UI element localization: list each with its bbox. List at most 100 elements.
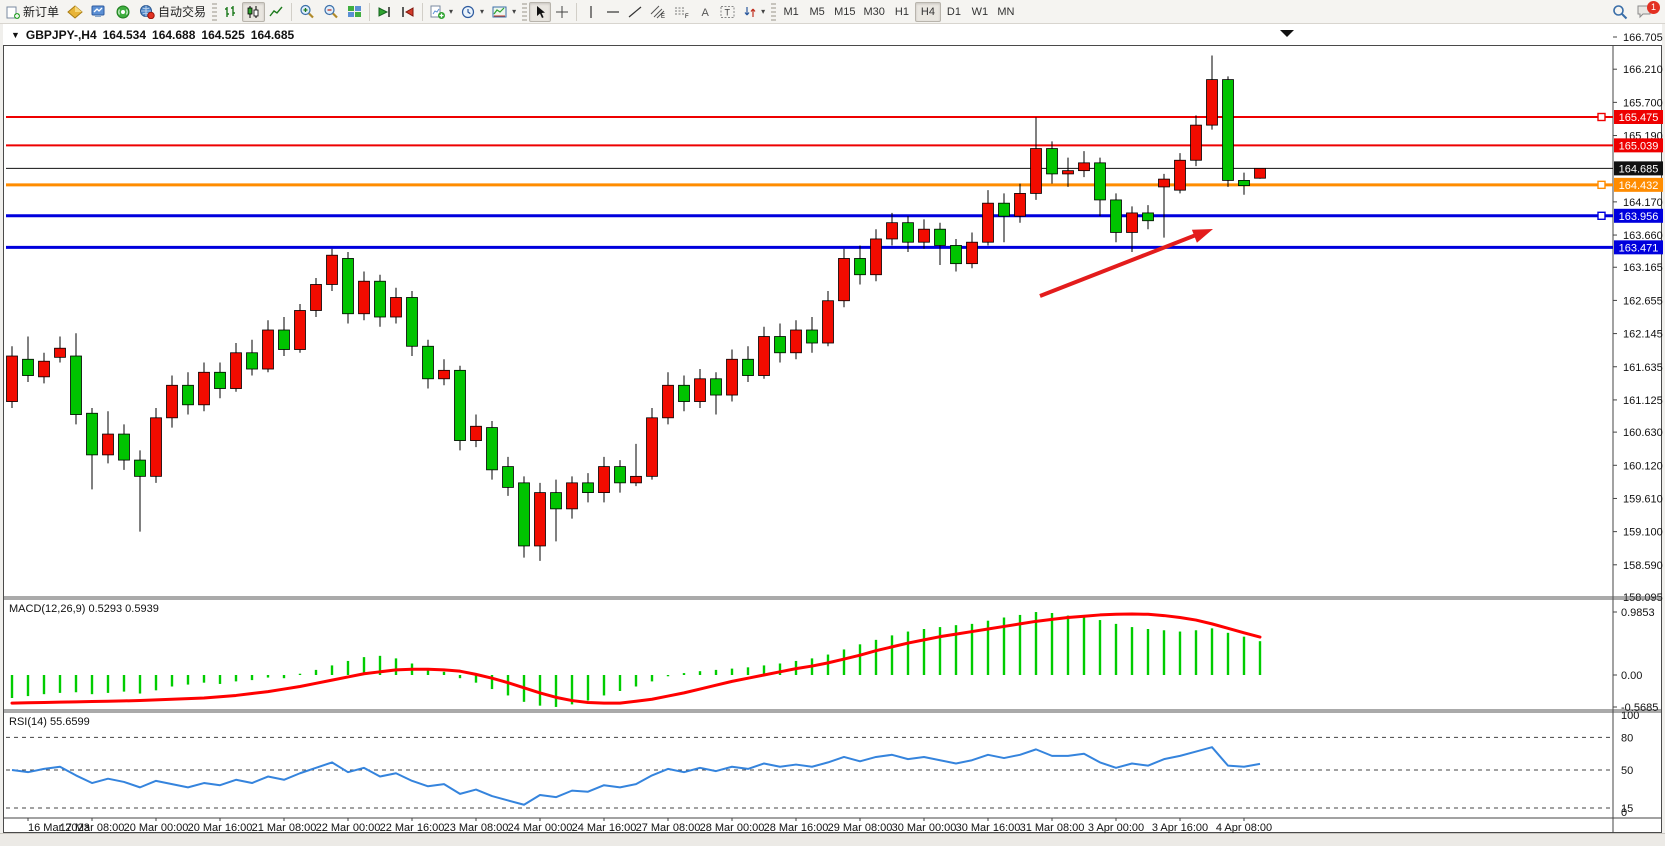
- candle-body: [1175, 160, 1186, 190]
- macd-signal-line: [12, 614, 1260, 703]
- candle-body: [983, 203, 994, 242]
- candle-body: [375, 281, 386, 317]
- candle-body: [551, 493, 562, 509]
- candle-body: [951, 245, 962, 263]
- candle-body: [1015, 193, 1026, 216]
- macd-scale-label: 0.00: [1621, 670, 1642, 682]
- candle-body: [391, 297, 402, 317]
- candle-body: [1111, 200, 1122, 233]
- chart-canvas[interactable]: 166.705166.210165.700165.190164.170163.6…: [0, 0, 1665, 846]
- candle-body: [903, 223, 914, 243]
- candle-body: [279, 330, 290, 350]
- candle-body: [679, 385, 690, 401]
- line-handle[interactable]: [1598, 212, 1605, 219]
- candle-body: [295, 310, 306, 349]
- candle-body: [151, 418, 162, 477]
- candle-body: [439, 370, 450, 378]
- rsi-label: RSI(14) 55.6599: [9, 716, 90, 728]
- candle-body: [615, 467, 626, 483]
- candle-body: [839, 258, 850, 300]
- candle-body: [775, 337, 786, 353]
- price-tick-label: 164.170: [1623, 197, 1663, 209]
- candle-body: [743, 359, 754, 375]
- candle-body: [919, 229, 930, 242]
- price-tick-label: 161.125: [1623, 395, 1663, 407]
- candle-body: [583, 483, 594, 493]
- candle-body: [855, 258, 866, 274]
- price-tick-label: 163.660: [1623, 230, 1663, 242]
- candle-body: [215, 372, 226, 388]
- price-badge-label: 163.471: [1619, 242, 1659, 254]
- price-tick-label: 162.655: [1623, 295, 1663, 307]
- price-tick-label: 161.635: [1623, 362, 1663, 374]
- candle-body: [263, 330, 274, 369]
- price-tick-label: 163.165: [1623, 262, 1663, 274]
- candle-body: [503, 467, 514, 488]
- candle-body: [727, 359, 738, 395]
- candle-body: [1047, 149, 1058, 174]
- candle-body: [599, 467, 610, 493]
- candle-body: [887, 223, 898, 239]
- candle-body: [1031, 149, 1042, 194]
- window-bottom-edge: [0, 833, 1665, 846]
- candle-body: [759, 337, 770, 376]
- price-badge-label: 165.039: [1619, 140, 1659, 152]
- price-tick-label: 166.210: [1623, 64, 1663, 76]
- candle-body: [231, 353, 242, 389]
- candle-body: [487, 428, 498, 470]
- candle-body: [807, 330, 818, 343]
- candle-body: [1143, 213, 1154, 221]
- line-handle[interactable]: [1598, 181, 1605, 188]
- rsi-scale-label: 80: [1621, 732, 1633, 744]
- candle-body: [103, 434, 114, 455]
- candle-body: [967, 242, 978, 263]
- rsi-scale-label: 0: [1621, 807, 1627, 819]
- rsi-scale-label: 100: [1621, 710, 1639, 722]
- candle-body: [1127, 213, 1138, 233]
- macd-label: MACD(12,26,9) 0.5293 0.5939: [9, 603, 159, 615]
- price-badge-label: 164.685: [1619, 163, 1659, 175]
- price-badge-label: 163.956: [1619, 211, 1659, 223]
- candle-body: [535, 493, 546, 546]
- candle-body: [71, 356, 82, 415]
- candle-body: [167, 385, 178, 418]
- candle-body: [471, 426, 482, 440]
- candle-body: [423, 346, 434, 379]
- candle-body: [87, 413, 98, 455]
- rsi-scale-label: 50: [1621, 765, 1633, 777]
- candle-body: [1207, 80, 1218, 126]
- candle-body: [1223, 80, 1234, 181]
- candle-body: [871, 239, 882, 275]
- candle-body: [247, 353, 258, 369]
- candle-body: [23, 359, 34, 375]
- price-tick-label: 158.095: [1623, 592, 1663, 604]
- candle-body: [183, 385, 194, 405]
- candle-body: [359, 281, 370, 314]
- candle-body: [311, 284, 322, 310]
- price-tick-label: 159.610: [1623, 493, 1663, 505]
- annotation-arrow-line[interactable]: [1040, 235, 1196, 296]
- candle-body: [631, 476, 642, 483]
- candle-body: [455, 370, 466, 440]
- candle-body: [343, 258, 354, 313]
- candle-body: [1255, 168, 1266, 178]
- chart-shift-marker-icon[interactable]: [1280, 30, 1294, 37]
- line-handle[interactable]: [1598, 113, 1605, 120]
- price-tick-label: 166.705: [1623, 32, 1663, 44]
- price-tick-label: 162.145: [1623, 329, 1663, 341]
- candle-body: [407, 297, 418, 346]
- candle-body: [1159, 179, 1170, 187]
- candle-body: [119, 434, 130, 460]
- rsi-line: [12, 747, 1260, 805]
- candle-body: [199, 372, 210, 405]
- price-badge-label: 164.432: [1619, 180, 1659, 192]
- candle-body: [663, 385, 674, 418]
- candle-body: [39, 361, 50, 377]
- candle-body: [135, 460, 146, 476]
- price-tick-label: 159.100: [1623, 527, 1663, 539]
- annotation-arrow-head[interactable]: [1192, 229, 1213, 243]
- candle-body: [1191, 125, 1202, 160]
- candle-body: [647, 418, 658, 477]
- candle-body: [519, 483, 530, 546]
- price-tick-label: 165.700: [1623, 97, 1663, 109]
